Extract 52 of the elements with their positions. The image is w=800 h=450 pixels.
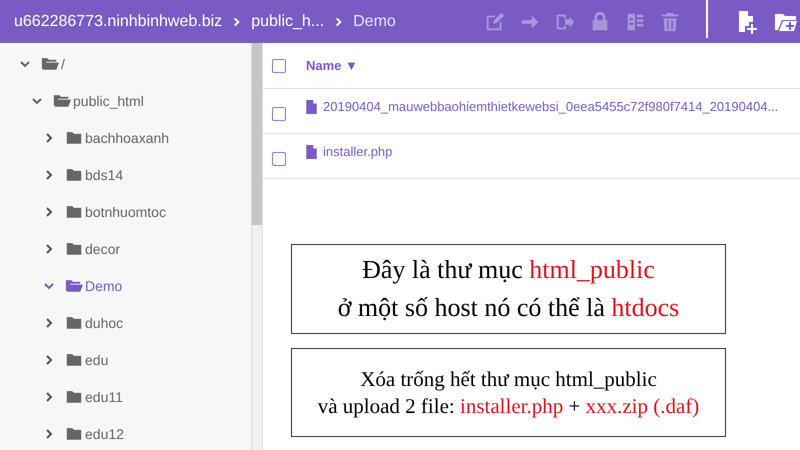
folder-icon xyxy=(65,352,83,367)
chevron-right-icon[interactable] xyxy=(44,354,54,364)
breadcrumb-link[interactable]: Demo xyxy=(353,12,396,30)
scrollbar-thumb[interactable] xyxy=(252,43,262,225)
column-header[interactable]: Name ▼ xyxy=(306,58,358,73)
chevron-right-icon xyxy=(232,16,242,26)
chevron-down-icon[interactable] xyxy=(32,96,42,106)
folder-icon xyxy=(65,167,83,182)
file-icon xyxy=(306,144,317,158)
annotation-text: ở một số host nó có thể là htdocs xyxy=(338,292,680,324)
folder-icon xyxy=(65,278,83,293)
folder-name[interactable]: Demo xyxy=(85,278,122,294)
breadcrumb-link[interactable]: u662286773.ninhbinhweb.biz xyxy=(14,12,222,30)
folder-name[interactable]: bds14 xyxy=(85,166,124,182)
folder-icon xyxy=(65,204,83,219)
folder-icon xyxy=(65,389,83,404)
folder-icon xyxy=(65,241,83,256)
breadcrumb-link[interactable]: public_h... xyxy=(251,12,324,30)
annotation-text: Xóa trống hết thư mục html_public xyxy=(360,366,657,392)
chevron-right-icon[interactable] xyxy=(44,318,54,328)
folder-icon xyxy=(65,315,83,330)
checkbox[interactable] xyxy=(272,58,286,72)
file-name[interactable]: 20190404_mauwebbaohiemthietkewebsi_0eea5455c72f980f7414_20190404... xyxy=(323,99,778,114)
checkbox[interactable] xyxy=(272,152,286,166)
chevron-right-icon[interactable] xyxy=(44,206,54,216)
folder-name[interactable]: botnhuomtoc xyxy=(85,204,166,220)
chevron-right-icon[interactable] xyxy=(44,170,54,180)
chevron-down-icon[interactable] xyxy=(20,58,30,68)
folder-name[interactable]: edu xyxy=(85,352,108,368)
scrollbar[interactable] xyxy=(251,43,262,450)
folder-name[interactable]: duhoc xyxy=(85,314,124,330)
annotation-text: Đây là thư mục html_public xyxy=(362,254,655,286)
chevron-right-icon[interactable] xyxy=(44,132,54,142)
folder-name[interactable]: / xyxy=(61,56,65,72)
folder-name[interactable]: edu12 xyxy=(85,426,124,442)
folder-icon xyxy=(41,56,59,71)
chevron-right-icon[interactable] xyxy=(44,244,54,254)
chevron-right-icon xyxy=(334,16,344,26)
chevron-right-icon[interactable] xyxy=(44,392,54,402)
file-icon xyxy=(306,100,317,114)
chevron-down-icon[interactable] xyxy=(44,280,54,290)
folder-icon xyxy=(65,130,83,145)
folder-name[interactable]: decor xyxy=(85,240,120,256)
folder-name[interactable]: edu11 xyxy=(85,388,123,404)
file-name[interactable]: installer.php xyxy=(323,144,392,159)
chevron-right-icon[interactable] xyxy=(44,428,54,438)
folder-name[interactable]: bachhoaxanh xyxy=(85,130,170,146)
folder-icon xyxy=(53,93,71,108)
folder-icon xyxy=(65,426,83,441)
annotation-text: và upload 2 file: installer.php + xxx.zip (.daf) xyxy=(318,392,700,420)
checkbox[interactable] xyxy=(272,107,286,121)
folder-name[interactable]: public_html xyxy=(73,92,144,108)
